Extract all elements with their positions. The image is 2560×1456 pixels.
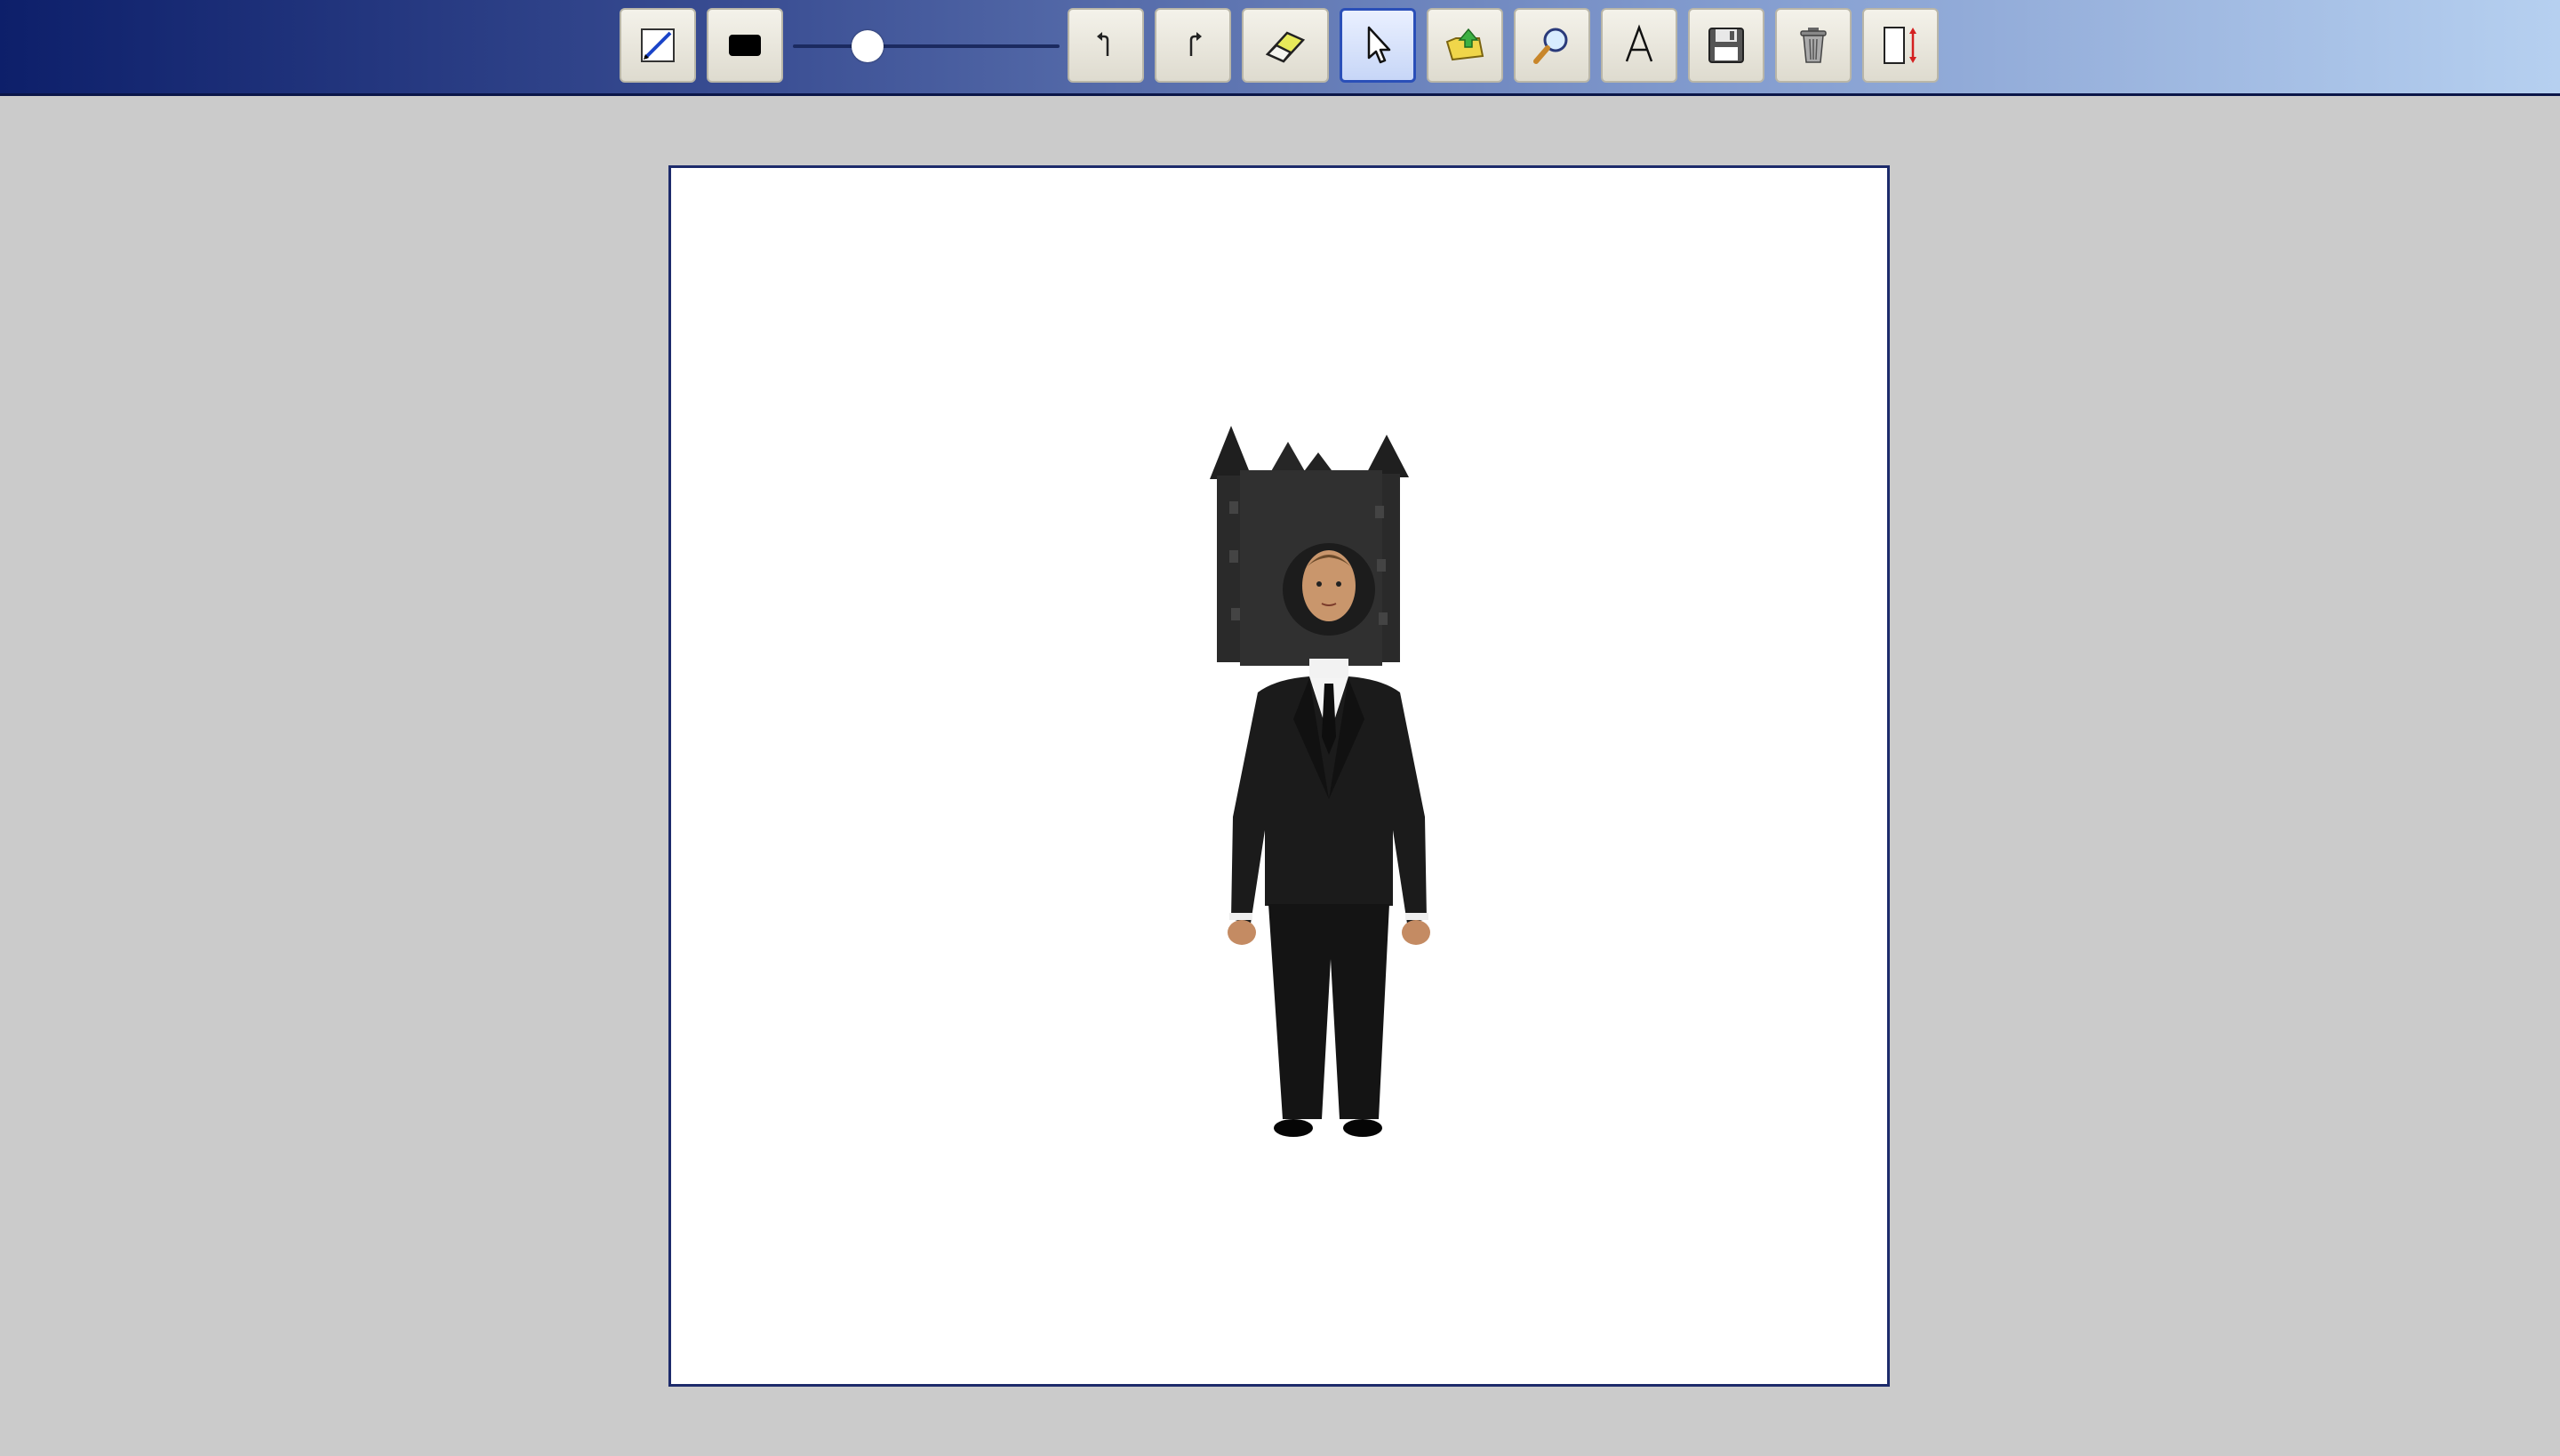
undo-button[interactable] [1068,8,1144,83]
suit-trousers [1268,904,1389,1119]
canvas-photo [1210,426,1430,1137]
pointer-icon [1367,26,1391,64]
magnifier-icon [1533,28,1568,64]
pencil-icon [641,28,675,62]
color-swatch-icon [729,35,761,56]
eraser-tool-button[interactable] [1242,8,1329,83]
pencil-tool-button[interactable] [620,8,696,83]
open-folder-icon [1445,28,1484,61]
color-picker-button[interactable] [707,8,783,83]
paint-app [0,0,2560,1456]
text-tool-button[interactable] [1601,8,1677,83]
slider-thumb[interactable] [852,30,884,62]
trash-can-icon [1800,28,1827,63]
resize-canvas-button[interactable] [1862,8,1939,83]
save-button[interactable] [1688,8,1764,83]
eraser-icon [1265,31,1306,63]
castle-headpiece [1210,426,1409,666]
redo-button[interactable] [1155,8,1231,83]
slider-track[interactable] [793,44,1060,48]
select-tool-button[interactable] [1340,8,1416,83]
text-icon [1625,24,1653,62]
open-button[interactable] [1427,8,1503,83]
undo-icon [1097,32,1109,56]
drawing-canvas[interactable] [668,165,1890,1387]
zoom-button[interactable] [1514,8,1590,83]
toolbar [0,0,2560,96]
clear-button[interactable] [1775,8,1852,83]
resize-canvas-icon [1884,27,1916,64]
brush-size-slider[interactable] [793,27,1060,66]
floppy-disk-icon [1708,28,1744,63]
redo-icon [1189,32,1202,56]
